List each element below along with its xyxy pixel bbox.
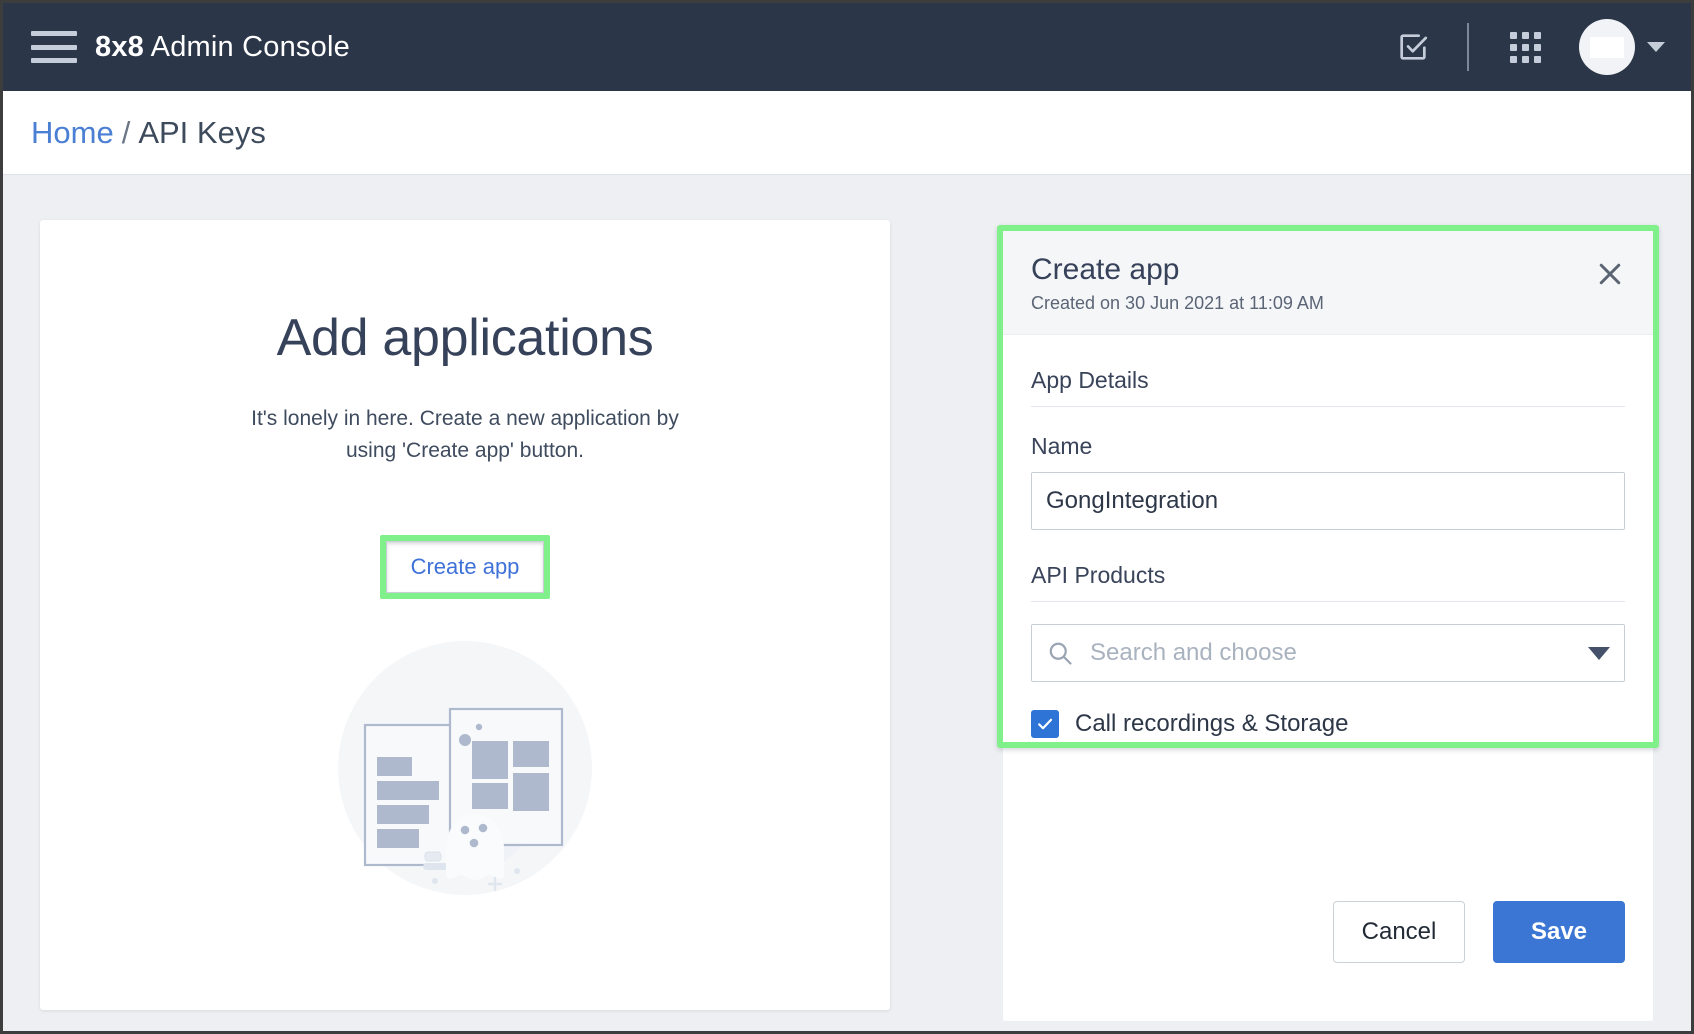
toolbar-divider <box>1467 23 1469 71</box>
save-button[interactable]: Save <box>1493 901 1625 963</box>
breadcrumb-separator: / <box>121 114 131 150</box>
user-menu[interactable] <box>1579 19 1665 75</box>
app-window: 8x8 Admin Console Home / API Keys Add ap… <box>0 0 1694 1034</box>
hamburger-line <box>31 31 77 36</box>
create-app-button[interactable]: Create app <box>386 541 544 593</box>
page-title: Add applications <box>276 309 654 367</box>
checkbox-task-glyph <box>1400 34 1428 60</box>
app-grid-glyph <box>1509 31 1541 63</box>
app-switcher-icon[interactable] <box>1497 19 1553 75</box>
create-app-panel-highlight <box>997 225 1659 748</box>
breadcrumb: Home / API Keys <box>31 115 266 151</box>
empty-apps-ghost-illustration <box>315 641 615 906</box>
hamburger-menu-icon[interactable] <box>31 31 77 63</box>
breadcrumb-bar: Home / API Keys <box>3 91 1691 175</box>
panel-footer-actions: Cancel Save <box>1333 901 1625 963</box>
empty-state-description: It's lonely in here. Create a new applic… <box>251 407 679 462</box>
avatar <box>1579 19 1635 75</box>
breadcrumb-link-home[interactable]: Home <box>31 115 114 150</box>
cancel-button[interactable]: Cancel <box>1333 901 1465 963</box>
chevron-down-icon[interactable] <box>1647 42 1665 52</box>
top-bar-actions <box>1385 19 1665 75</box>
illustration-svg <box>338 641 592 895</box>
applications-empty-card: Add applications It's lonely in here. Cr… <box>40 220 890 1010</box>
top-navigation-bar: 8x8 Admin Console <box>3 3 1691 91</box>
app-brand-title: 8x8 Admin Console <box>95 31 350 64</box>
tasks-icon[interactable] <box>1385 19 1441 75</box>
brand-product-text: Admin Console <box>144 30 350 63</box>
create-app-highlight: Create app <box>380 535 550 599</box>
brand-logo-text: 8x8 <box>95 30 144 63</box>
avatar-redaction <box>1590 36 1624 58</box>
hamburger-line <box>31 44 77 50</box>
breadcrumb-current-page: API Keys <box>138 114 266 150</box>
hamburger-line <box>31 58 77 63</box>
